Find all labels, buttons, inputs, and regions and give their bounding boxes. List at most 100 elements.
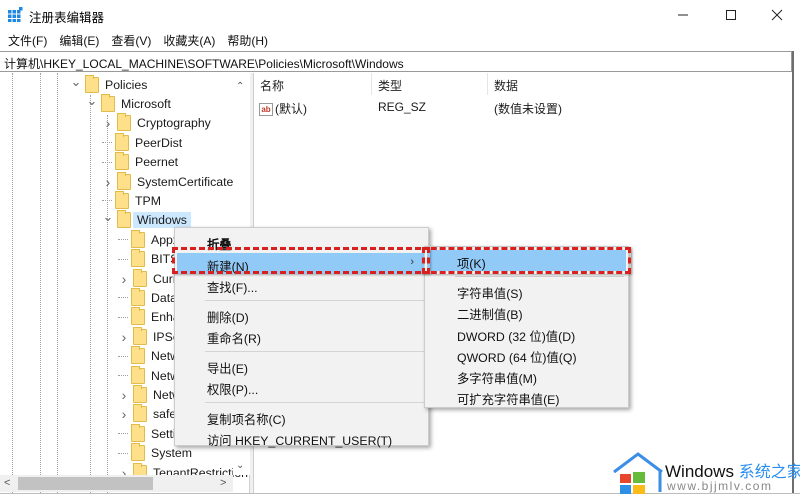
tree-node-label: Microsoft xyxy=(121,96,171,111)
string-value-icon: ab xyxy=(259,103,273,117)
scroll-left-icon[interactable]: < xyxy=(4,477,10,489)
menu-item[interactable]: 重命名(R) xyxy=(177,325,426,346)
menu-file[interactable]: 文件(F) xyxy=(8,32,47,49)
menu-item[interactable]: 可扩充字符串值(E) xyxy=(427,386,626,407)
menu-item-label: 多字符串值(M) xyxy=(457,372,537,386)
column-header-name[interactable]: 名称 xyxy=(254,73,372,95)
tree-node[interactable]: PeerDist xyxy=(102,132,182,152)
tree-node[interactable]: ⌄ Policies xyxy=(70,74,148,94)
menu-item[interactable]: 访问 HKEY_CURRENT_USER(T) xyxy=(177,427,426,448)
folder-icon xyxy=(85,74,99,93)
tree-connector xyxy=(118,258,128,260)
minimize-button[interactable] xyxy=(660,0,706,30)
minimize-icon xyxy=(678,14,688,16)
tree-node[interactable]: › SystemCertificates xyxy=(102,171,240,191)
expand-chevron-down-icon[interactable]: ⌄ xyxy=(86,93,98,108)
tree-node[interactable]: › safer xyxy=(118,404,180,424)
maximize-icon xyxy=(726,10,736,20)
menu-item[interactable]: 多字符串值(M) xyxy=(427,365,626,386)
address-bar[interactable]: 计算机\HKEY_LOCAL_MACHINE\SOFTWARE\Policies… xyxy=(0,51,792,72)
menu-edit[interactable]: 编辑(E) xyxy=(59,32,99,49)
folder-icon xyxy=(131,365,145,384)
tree-node[interactable]: Appx xyxy=(118,229,179,249)
column-header-data[interactable]: 数据 xyxy=(488,73,788,95)
tree-connector xyxy=(118,433,128,435)
menu-item-label: 新建(N) xyxy=(207,259,249,274)
tree-node-label: Policies xyxy=(105,77,148,92)
menu-item[interactable]: 复制项名称(C) xyxy=(177,406,426,427)
menu-item[interactable]: 项(K) xyxy=(427,250,626,271)
tree-node[interactable]: Peernet xyxy=(102,152,179,172)
collapse-chevron-right-icon[interactable]: › xyxy=(118,406,130,422)
menu-item[interactable]: 查找(F)... xyxy=(177,274,426,295)
menu-item-label: 访问 HKEY_CURRENT_USER(T) xyxy=(207,434,393,448)
folder-icon xyxy=(133,326,147,345)
menu-item-label: 可扩充字符串值(E) xyxy=(457,393,560,408)
column-header-type[interactable]: 类型 xyxy=(372,73,488,95)
watermark-url: www.bjjmlv.com xyxy=(667,479,773,493)
value-name-cell: ab (默认) xyxy=(259,100,307,117)
submenu-arrow-icon: › xyxy=(410,255,414,268)
tree-node[interactable]: TPM xyxy=(102,190,161,210)
scroll-up-icon[interactable]: ⌃ xyxy=(236,81,244,92)
tree-connector xyxy=(118,355,128,357)
folder-icon xyxy=(117,171,131,190)
folder-icon xyxy=(117,113,131,132)
folder-icon xyxy=(133,404,147,423)
close-icon xyxy=(771,9,783,21)
tree-connector xyxy=(118,297,128,299)
menu-item-label: 重命名(R) xyxy=(207,332,261,346)
folder-icon xyxy=(115,132,129,151)
collapse-chevron-right-icon[interactable]: › xyxy=(118,387,130,403)
menu-item-label: 折叠 xyxy=(207,238,232,252)
menu-help[interactable]: 帮助(H) xyxy=(227,32,268,49)
menu-item[interactable]: 导出(E) xyxy=(177,355,426,376)
value-data: (数值未设置) xyxy=(494,102,562,116)
folder-icon xyxy=(115,190,129,209)
tree-node-label: TPM xyxy=(135,193,161,208)
menu-item[interactable]: DWORD (32 位)值(D) xyxy=(427,323,626,344)
menu-separator xyxy=(455,275,624,277)
tree-connector xyxy=(118,375,128,376)
tree-node[interactable]: › Cryptography xyxy=(102,113,211,133)
folder-icon xyxy=(131,443,145,462)
scroll-right-icon[interactable]: > xyxy=(220,477,226,489)
address-path: 计算机\HKEY_LOCAL_MACHINE\SOFTWARE\Policies… xyxy=(4,57,404,71)
regedit-app-icon xyxy=(8,7,23,22)
tree-connector xyxy=(102,142,112,144)
menu-item-label: 查找(F)... xyxy=(207,281,258,295)
scroll-thumb[interactable] xyxy=(18,477,153,490)
menu-item[interactable]: QWORD (64 位)值(Q) xyxy=(427,344,626,365)
expand-chevron-down-icon[interactable]: ⌄ xyxy=(102,209,114,224)
menu-item[interactable]: 字符串值(S) xyxy=(427,280,626,301)
tree-connector xyxy=(118,316,128,318)
tree-node-label: Peernet xyxy=(135,155,179,170)
expand-chevron-down-icon[interactable]: ⌄ xyxy=(70,74,82,89)
menu-item[interactable]: 折叠 xyxy=(177,231,426,252)
menu-item[interactable]: 权限(P)... xyxy=(177,376,426,397)
menu-item[interactable]: 删除(D) xyxy=(177,304,426,325)
tree-node[interactable]: ⌄ Microsoft xyxy=(86,93,171,113)
tree-node[interactable]: BITS xyxy=(118,249,178,269)
collapse-chevron-right-icon[interactable]: › xyxy=(102,115,114,131)
menu-item[interactable]: 二进制值(B) xyxy=(427,301,626,322)
close-button[interactable] xyxy=(754,0,800,30)
menu-bar: 文件(F) 编辑(E) 查看(V) 收藏夹(A) 帮助(H) xyxy=(0,30,800,50)
collapse-chevron-right-icon[interactable]: › xyxy=(102,174,114,190)
collapse-chevron-right-icon[interactable]: › xyxy=(118,271,130,287)
scroll-down-icon[interactable]: ⌄ xyxy=(236,460,244,471)
menu-item-label: DWORD (32 位)值(D) xyxy=(457,329,576,344)
folder-icon xyxy=(131,249,145,268)
tree-node-label: Cryptography xyxy=(137,116,211,131)
tree-connector xyxy=(118,452,128,454)
value-row[interactable]: ab (默认) REG_SZ (数值未设置) xyxy=(254,97,788,117)
menu-item[interactable]: 新建(N) › xyxy=(177,252,426,274)
tree-guide-line xyxy=(12,73,13,493)
window-border xyxy=(792,51,794,493)
maximize-button[interactable] xyxy=(708,0,754,30)
menu-view[interactable]: 查看(V) xyxy=(111,32,151,49)
menu-favorites[interactable]: 收藏夹(A) xyxy=(163,32,215,49)
windows-house-logo-icon xyxy=(613,452,663,494)
collapse-chevron-right-icon[interactable]: › xyxy=(118,329,130,345)
tree-horizontal-scrollbar[interactable]: < > xyxy=(0,475,233,492)
